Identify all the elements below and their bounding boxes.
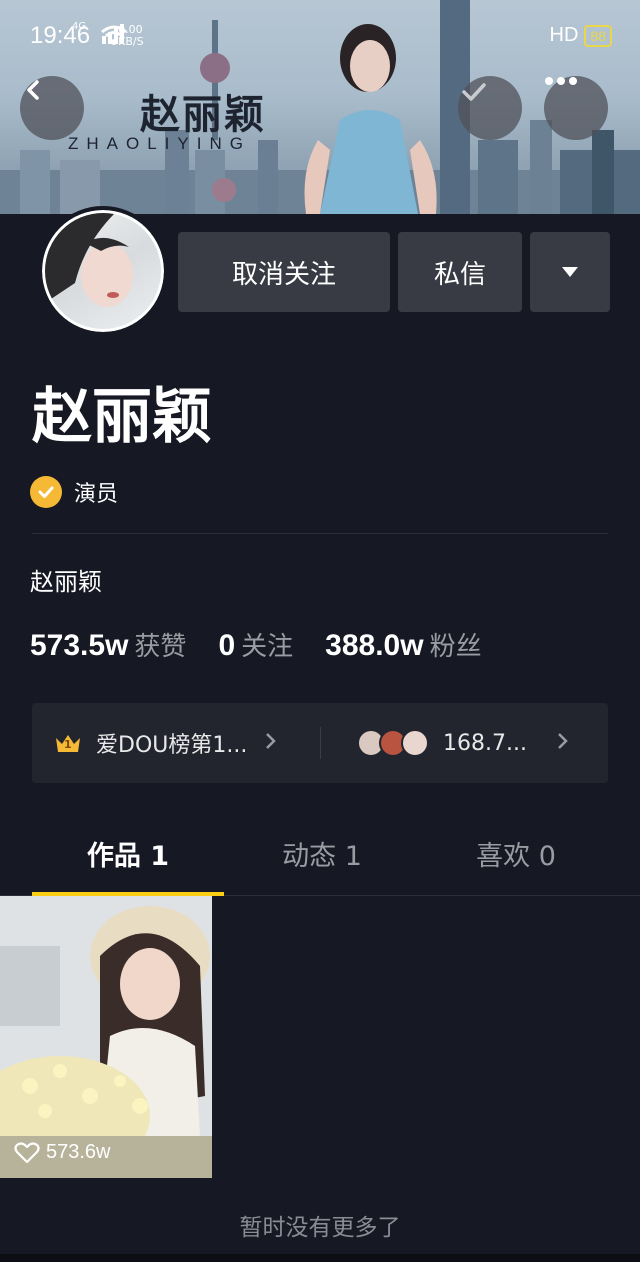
triangle-down-icon	[562, 267, 578, 277]
verification-row: 演员	[30, 476, 118, 508]
chevron-left-icon	[27, 80, 39, 100]
profile-name: 赵丽颖	[32, 382, 212, 452]
video-thumbnail[interactable]: 573.6w	[0, 896, 212, 1178]
network-label: 4G	[72, 20, 87, 32]
heart-icon	[14, 1141, 40, 1163]
crown-icon: 1	[54, 732, 82, 754]
chevron-right-icon	[265, 731, 277, 756]
likes-label: 获赞	[134, 632, 187, 662]
followers-label[interactable]: 粉丝	[430, 626, 482, 663]
chevron-right-icon	[557, 731, 569, 756]
stats-row: 573.5w 获赞 0 关注 388.0w 粉丝	[30, 626, 514, 663]
tab-activity-label: 动态 1	[282, 841, 362, 872]
verify-label: 演员	[74, 482, 119, 507]
video-cover-image	[0, 896, 212, 1178]
no-more-text: 暂时没有更多了	[239, 1215, 401, 1241]
avatar[interactable]	[38, 206, 168, 336]
rank-text: 爱DOU榜第1...	[96, 733, 248, 758]
tab-likes[interactable]: 喜欢 0	[420, 826, 612, 895]
fans-text: 168.7...	[443, 730, 527, 756]
check-icon	[462, 83, 486, 101]
unfollow-button[interactable]: 取消关注	[178, 232, 390, 312]
verified-check-icon	[30, 476, 62, 508]
tab-works-label: 作品 1	[86, 841, 170, 872]
bottom-bar	[0, 1254, 640, 1262]
profile-banner: 19:46 4G 0.00 KB/S HD 88 赵丽颖 ZHAOLIYING	[0, 0, 640, 214]
rank-badge-number: 1	[64, 738, 72, 751]
profile-bio: 赵丽颖	[30, 568, 102, 596]
video-likes-count: 573.6w	[46, 1141, 111, 1163]
back-button[interactable]	[20, 76, 84, 140]
battery-icon: 88	[584, 24, 612, 47]
check-button[interactable]	[458, 76, 522, 140]
following-label[interactable]: 关注	[241, 626, 293, 663]
dropdown-button[interactable]	[530, 232, 610, 312]
fan-avatar-icon	[401, 729, 429, 757]
followers-count[interactable]: 388.0w	[325, 629, 423, 663]
tab-likes-label: 喜欢 0	[476, 841, 556, 872]
content-tabs: 作品 1 动态 1 喜欢 0	[0, 826, 640, 896]
banner-title-cn: 赵丽颖	[140, 91, 266, 138]
message-button[interactable]: 私信	[398, 232, 522, 312]
avatar-image	[45, 213, 133, 307]
status-bar: 19:46 4G 0.00 KB/S HD 88	[0, 0, 640, 72]
likes-count: 573.5w	[30, 629, 129, 662]
divider	[32, 533, 608, 534]
fans-entry[interactable]: 168.7...	[321, 703, 608, 783]
video-likes: 573.6w	[14, 1141, 111, 1164]
tab-activity[interactable]: 动态 1	[224, 826, 420, 895]
following-count[interactable]: 0	[218, 629, 235, 663]
more-dots-icon	[545, 77, 577, 85]
rank-entry[interactable]: 1 爱DOU榜第1...	[32, 703, 320, 783]
fan-avatars	[357, 729, 429, 757]
more-button[interactable]	[544, 76, 608, 140]
banner-title-en: ZHAOLIYING	[68, 134, 251, 153]
info-bar: 1 爱DOU榜第1... 168.7...	[32, 703, 608, 783]
hd-label: HD	[549, 24, 579, 46]
tab-works[interactable]: 作品 1	[32, 826, 224, 896]
